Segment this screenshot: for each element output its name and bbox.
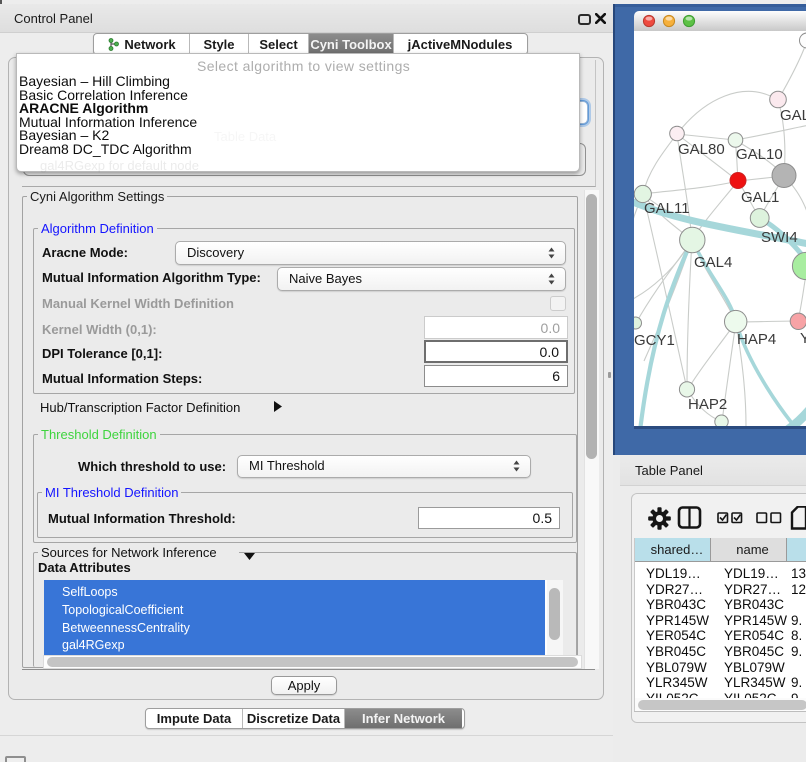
svg-text:GAL80: GAL80 (678, 141, 725, 158)
svg-text:GAL1: GAL1 (741, 189, 779, 206)
svg-text:GAL10: GAL10 (736, 146, 783, 163)
svg-text:GAL7: GAL7 (780, 107, 806, 124)
svg-text:HAP4: HAP4 (737, 331, 776, 348)
svg-text:Y: Y (800, 330, 806, 347)
svg-text:SWI4: SWI4 (761, 229, 798, 246)
svg-text:GAL11: GAL11 (644, 200, 690, 217)
svg-text:GAL4: GAL4 (694, 254, 732, 271)
svg-text:HAP2: HAP2 (688, 396, 727, 413)
svg-text:GCY1: GCY1 (634, 332, 675, 349)
